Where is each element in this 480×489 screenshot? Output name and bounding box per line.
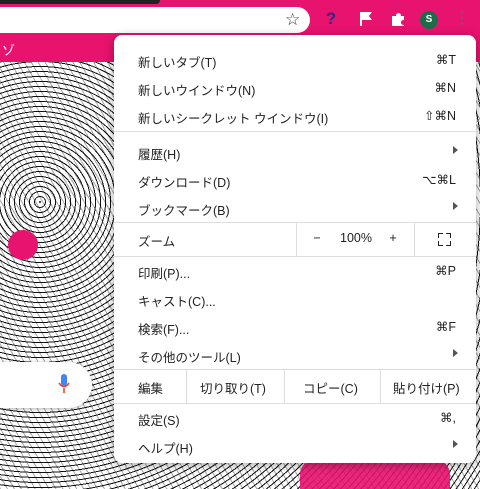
menu-item-shortcut: ⌘, bbox=[440, 411, 456, 425]
flag-icon[interactable] bbox=[357, 10, 375, 28]
menu-item-shortcut: ⌥⌘L bbox=[422, 173, 456, 187]
menu-item-bookmarks[interactable]: ブックマーク(B) bbox=[114, 193, 476, 221]
edit-label: 編集 bbox=[138, 382, 164, 396]
artwork-pink-blob bbox=[8, 230, 38, 260]
zoom-value: 100% bbox=[340, 231, 372, 245]
chevron-right-icon bbox=[453, 146, 458, 154]
kebab-menu-icon[interactable]: ⋮ bbox=[454, 10, 470, 28]
menu-item-settings[interactable]: 設定(S) ⌘, bbox=[114, 403, 476, 431]
menu-item-shortcut: ⌘T bbox=[435, 53, 456, 67]
chevron-right-icon bbox=[453, 349, 458, 357]
puzzle-icon[interactable] bbox=[389, 10, 407, 28]
menu-item-downloads[interactable]: ダウンロード(D) ⌥⌘L bbox=[114, 165, 476, 193]
page-search-box[interactable] bbox=[0, 362, 92, 408]
menu-item-history[interactable]: 履歴(H) bbox=[114, 137, 476, 165]
menu-item-label: 印刷(P)... bbox=[138, 267, 191, 281]
menu-divider bbox=[186, 369, 187, 403]
menu-item-cast[interactable]: キャスト(C)... bbox=[114, 284, 476, 312]
menu-item-more-tools[interactable]: その他のツール(L) bbox=[114, 340, 476, 368]
menu-divider bbox=[380, 369, 381, 403]
page-header-glyph: ゾ bbox=[2, 43, 16, 58]
menu-item-shortcut: ⌘F bbox=[435, 320, 456, 334]
zoom-label: ズーム bbox=[138, 235, 176, 249]
tab-strip-edge bbox=[0, 0, 160, 4]
star-icon[interactable]: ☆ bbox=[285, 11, 300, 29]
menu-item-label: 新しいウインドウ(N) bbox=[138, 84, 256, 98]
zoom-in-button[interactable]: + bbox=[386, 231, 400, 245]
avatar[interactable]: S bbox=[420, 11, 438, 29]
menu-divider bbox=[284, 369, 285, 403]
zoom-row: ズーム − 100% + bbox=[114, 222, 476, 256]
microphone-icon[interactable] bbox=[58, 374, 70, 394]
paste-button[interactable]: 貼り付け(P) bbox=[393, 378, 460, 397]
menu-divider bbox=[114, 131, 476, 132]
menu-item-find[interactable]: 検索(F)... ⌘F bbox=[114, 312, 476, 340]
menu-item-label: 履歴(H) bbox=[138, 148, 181, 162]
menu-item-new-window[interactable]: 新しいウインドウ(N) ⌘N bbox=[114, 73, 476, 101]
address-bar[interactable] bbox=[0, 7, 310, 33]
menu-item-shortcut: ⌘P bbox=[435, 264, 456, 278]
menu-item-print[interactable]: 印刷(P)... ⌘P bbox=[114, 256, 476, 284]
menu-divider bbox=[414, 222, 415, 256]
menu-item-label: 検索(F)... bbox=[138, 323, 190, 337]
chevron-right-icon bbox=[453, 202, 458, 210]
copy-button[interactable]: コピー(C) bbox=[303, 378, 358, 397]
menu-item-help[interactable]: ヘルプ(H) bbox=[114, 431, 476, 459]
menu-item-label: その他のツール(L) bbox=[138, 351, 241, 365]
menu-item-label: ヘルプ(H) bbox=[138, 442, 193, 456]
menu-item-label: ブックマーク(B) bbox=[138, 204, 230, 218]
menu-divider bbox=[296, 222, 297, 256]
menu-item-shortcut: ⇧⌘N bbox=[423, 109, 456, 123]
menu-item-label: ダウンロード(D) bbox=[138, 176, 231, 190]
chrome-menu: 新しいタブ(T) ⌘T 新しいウインドウ(N) ⌘N 新しいシークレット ウイン… bbox=[114, 35, 476, 463]
artwork-pink-shape bbox=[300, 460, 450, 489]
menu-item-label: 新しいタブ(T) bbox=[138, 56, 217, 70]
zoom-out-button[interactable]: − bbox=[310, 231, 324, 245]
fullscreen-icon[interactable] bbox=[438, 233, 451, 246]
menu-item-incognito[interactable]: 新しいシークレット ウインドウ(I) ⇧⌘N bbox=[114, 101, 476, 129]
menu-item-label: 新しいシークレット ウインドウ(I) bbox=[138, 112, 329, 126]
cut-button[interactable]: 切り取り(T) bbox=[200, 378, 266, 397]
menu-item-label: キャスト(C)... bbox=[138, 295, 216, 309]
menu-item-label: 設定(S) bbox=[138, 414, 180, 428]
edit-row: 編集 切り取り(T) コピー(C) 貼り付け(P) bbox=[114, 369, 476, 403]
question-mark-icon[interactable]: ? bbox=[322, 10, 340, 28]
menu-item-shortcut: ⌘N bbox=[434, 81, 456, 95]
menu-item-new-tab[interactable]: 新しいタブ(T) ⌘T bbox=[114, 45, 476, 73]
chevron-right-icon bbox=[453, 440, 458, 448]
